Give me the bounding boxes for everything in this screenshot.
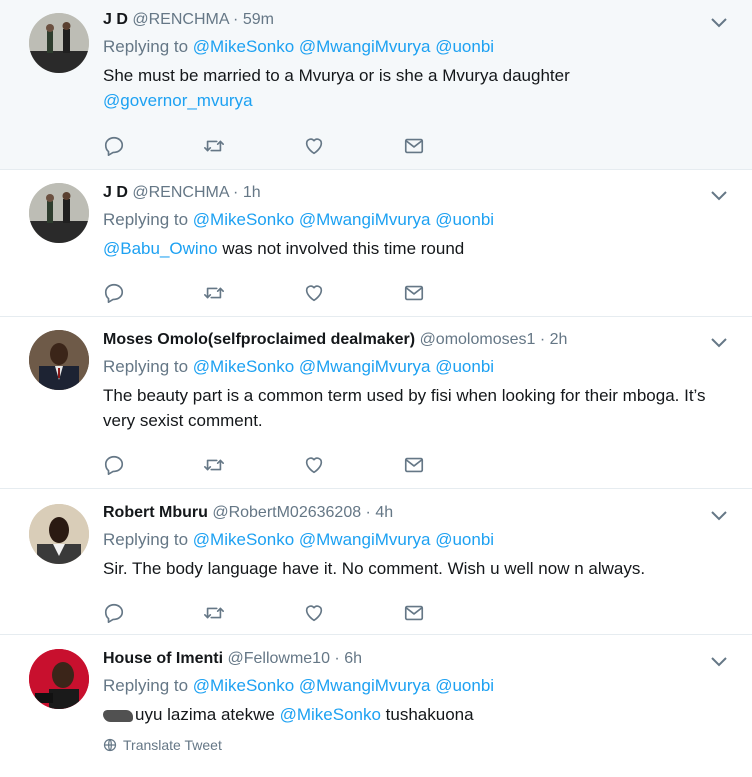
avatar[interactable] xyxy=(29,330,89,390)
reply-context: Replying to @MikeSonko @MwangiMvurya @uo… xyxy=(103,36,722,58)
mention-link[interactable]: @MwangiMvurya xyxy=(299,530,431,549)
mention-link[interactable]: @MikeSonko xyxy=(193,676,294,695)
author-handle[interactable]: @RENCHMA xyxy=(132,184,228,201)
tweet-header: Moses Omolo(selfproclaimed dealmaker) @o… xyxy=(103,330,722,350)
separator: · xyxy=(535,331,550,348)
reply-context: Replying to @MikeSonko @MwangiMvurya @uo… xyxy=(103,675,722,697)
redaction-scribble xyxy=(103,709,133,722)
message-icon[interactable] xyxy=(403,602,425,624)
tweet-header: J D @RENCHMA · 59m xyxy=(103,10,722,30)
timestamp[interactable]: 2h xyxy=(550,331,568,348)
like-icon[interactable] xyxy=(303,454,325,476)
chevron-down-icon[interactable] xyxy=(710,337,728,349)
tweet-header: House of Imenti @Fellowme10 · 6h xyxy=(103,649,722,669)
tweet-header: J D @RENCHMA · 1h xyxy=(103,183,722,203)
chevron-down-icon[interactable] xyxy=(710,656,728,668)
author-name[interactable]: Robert Mburu xyxy=(103,504,208,521)
tweet[interactable]: J D @RENCHMA · 1h Replying to @MikeSonko… xyxy=(0,170,752,317)
reply-icon[interactable] xyxy=(103,602,125,624)
tweet-text: She must be married to a Mvurya or is sh… xyxy=(103,63,722,113)
like-icon[interactable] xyxy=(303,282,325,304)
mention-link[interactable]: @MikeSonko xyxy=(280,705,381,724)
reply-context: Replying to @MikeSonko @MwangiMvurya @uo… xyxy=(103,356,722,378)
author-handle[interactable]: @Fellowme10 xyxy=(227,650,330,667)
reply-context: Replying to @MikeSonko @MwangiMvurya @uo… xyxy=(103,209,722,231)
replying-to-label: Replying to xyxy=(103,530,189,549)
mention-link[interactable]: @MikeSonko xyxy=(193,37,294,56)
message-icon[interactable] xyxy=(403,454,425,476)
tweet-text-body: was not involved this time round xyxy=(217,239,465,258)
author-name[interactable]: J D xyxy=(103,11,128,28)
author-handle[interactable]: @RobertM02636208 xyxy=(212,504,361,521)
mention-link[interactable]: @uonbi xyxy=(435,210,494,229)
retweet-icon[interactable] xyxy=(203,602,225,624)
author-name[interactable]: Moses Omolo(selfproclaimed dealmaker) xyxy=(103,331,415,348)
mention-link[interactable]: @Babu_Owino xyxy=(103,239,218,258)
message-icon[interactable] xyxy=(403,282,425,304)
tweet-text-body: She must be married to a Mvurya or is sh… xyxy=(103,66,570,85)
tweet[interactable]: J D @RENCHMA · 59m Replying to @MikeSonk… xyxy=(0,0,752,170)
like-icon[interactable] xyxy=(303,135,325,157)
replying-to-label: Replying to xyxy=(103,210,189,229)
tweet-text-body: uyu lazima atekwe xyxy=(135,705,280,724)
chevron-down-icon[interactable] xyxy=(710,190,728,202)
mention-link[interactable]: @uonbi xyxy=(435,530,494,549)
author-handle[interactable]: @RENCHMA xyxy=(132,11,228,28)
mention-link[interactable]: @MikeSonko xyxy=(193,210,294,229)
reply-icon[interactable] xyxy=(103,454,125,476)
tweet-text: Sir. The body language have it. No comme… xyxy=(103,559,646,578)
separator: · xyxy=(228,11,243,28)
timestamp[interactable]: 59m xyxy=(243,11,274,28)
chevron-down-icon[interactable] xyxy=(710,510,728,522)
reply-icon[interactable] xyxy=(103,282,125,304)
translate-label[interactable]: Translate Tweet xyxy=(123,737,222,753)
reply-icon[interactable] xyxy=(103,135,125,157)
globe-icon xyxy=(103,738,117,752)
retweet-icon[interactable] xyxy=(203,282,225,304)
avatar[interactable] xyxy=(29,13,89,73)
timestamp[interactable]: 6h xyxy=(344,650,362,667)
chevron-down-icon[interactable] xyxy=(710,17,728,29)
separator: · xyxy=(228,184,243,201)
translate-tweet-link[interactable]: Translate Tweet xyxy=(103,737,722,753)
mention-link[interactable]: @MwangiMvurya xyxy=(299,357,431,376)
avatar[interactable] xyxy=(29,183,89,243)
timestamp[interactable]: 4h xyxy=(375,504,393,521)
timestamp[interactable]: 1h xyxy=(243,184,261,201)
mention-link[interactable]: @uonbi xyxy=(435,357,494,376)
tweet[interactable]: House of Imenti @Fellowme10 · 6h Replyin… xyxy=(0,635,752,777)
mention-link[interactable]: @MwangiMvurya xyxy=(299,676,431,695)
replying-to-label: Replying to xyxy=(103,357,189,376)
tweet-text: @Babu_Owino was not involved this time r… xyxy=(103,236,722,261)
avatar[interactable] xyxy=(29,504,89,564)
mention-link[interactable]: @MwangiMvurya xyxy=(299,37,431,56)
tweet-text-body: tushakuona xyxy=(380,705,474,724)
separator: · xyxy=(361,504,376,521)
tweet-header: Robert Mburu @RobertM02636208 · 4h xyxy=(103,503,722,523)
author-name[interactable]: House of Imenti xyxy=(103,650,223,667)
message-icon[interactable] xyxy=(403,135,425,157)
mention-link[interactable]: @MikeSonko xyxy=(193,530,294,549)
mention-link[interactable]: @governor_mvurya xyxy=(103,91,253,110)
author-handle[interactable]: @omolomoses1 xyxy=(420,331,536,348)
mention-link[interactable]: @MikeSonko xyxy=(193,357,294,376)
retweet-icon[interactable] xyxy=(203,454,225,476)
author-name[interactable]: J D xyxy=(103,184,128,201)
separator: · xyxy=(329,650,345,667)
mention-link[interactable]: @uonbi xyxy=(435,37,494,56)
tweet-text: The beauty part is a common term used by… xyxy=(103,386,706,430)
avatar[interactable] xyxy=(29,649,89,709)
replying-to-label: Replying to xyxy=(103,37,189,56)
tweet[interactable]: Robert Mburu @RobertM02636208 · 4h Reply… xyxy=(0,489,752,635)
mention-link[interactable]: @MwangiMvurya xyxy=(299,210,431,229)
like-icon[interactable] xyxy=(303,602,325,624)
reply-context: Replying to @MikeSonko @MwangiMvurya @uo… xyxy=(103,529,722,551)
replying-to-label: Replying to xyxy=(103,676,189,695)
retweet-icon[interactable] xyxy=(203,135,225,157)
tweet[interactable]: Moses Omolo(selfproclaimed dealmaker) @o… xyxy=(0,317,752,489)
mention-link[interactable]: @uonbi xyxy=(435,676,494,695)
tweet-text: uyu lazima atekwe @MikeSonko tushakuona xyxy=(103,702,722,727)
